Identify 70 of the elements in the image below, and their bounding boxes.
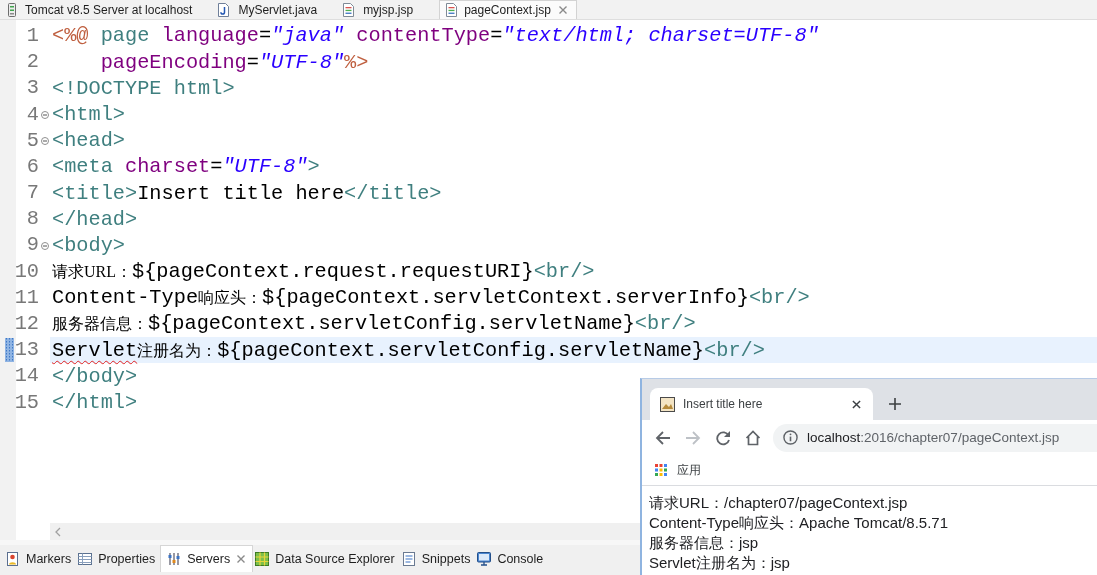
grid-icon — [255, 551, 270, 566]
code-line: Servlet注册名为：${pageContext.servletConfig.servletName}<br/> — [52, 338, 765, 362]
line-number: 15 — [14, 391, 39, 414]
code-line: <body> — [52, 233, 126, 258]
editor-tab[interactable]: myjsp.jsp — [337, 0, 434, 19]
page-text-line: Content-Type响应头：Apache Tomcat/8.5.71 — [649, 513, 950, 533]
code-line: </body> — [52, 364, 138, 389]
panel-tab[interactable]: Snippets — [399, 545, 476, 572]
page-text-line: 请求URL：/chapter07/pageContext.jsp — [649, 493, 909, 513]
sliders-icon — [167, 552, 182, 566]
panel-tab[interactable]: Properties — [76, 545, 161, 572]
bookmark-item[interactable]: 应用 — [655, 461, 701, 479]
collapse-icon[interactable] — [40, 110, 49, 119]
line-number: 14 — [14, 365, 39, 388]
new-tab-icon[interactable] — [889, 398, 901, 410]
line-number: 8 — [25, 208, 39, 231]
line-number: 7 — [25, 182, 39, 205]
line-number: 1 — [25, 24, 39, 48]
line-number: 5 — [25, 129, 39, 152]
line-number: 3 — [25, 77, 39, 100]
editor-tab[interactable]: MyServlet.java — [212, 0, 338, 19]
panel-tab[interactable]: Data Source Explorer — [253, 545, 400, 572]
reload-icon[interactable] — [715, 429, 731, 446]
code-line: 请求URL：${pageContext.request.requestURI}<br/> — [52, 260, 595, 284]
document-lines-icon — [401, 551, 416, 566]
code-line: <html> — [52, 103, 126, 127]
code-line: <title>Insert title here</title> — [52, 181, 442, 205]
apps-grid-icon — [655, 464, 667, 476]
code-line: <%@ page language="java" contentType="text/html; charset=UTF-8" — [52, 24, 819, 48]
image-icon — [660, 396, 675, 412]
back-arrow-icon[interactable] — [655, 429, 671, 446]
line-number: 2 — [25, 51, 39, 74]
panel-tab[interactable]: Markers — [4, 545, 77, 572]
collapse-icon[interactable] — [40, 241, 49, 250]
document-icon — [343, 2, 355, 17]
code-line: <head> — [52, 129, 126, 153]
line-number: 10 — [14, 260, 39, 283]
panel-tab[interactable]: Console — [475, 545, 549, 572]
line-marker-icon — [5, 338, 14, 363]
line-number: 6 — [25, 155, 39, 179]
line-number: 12 — [14, 313, 39, 336]
code-line: </head> — [52, 207, 138, 232]
code-line: <meta charset="UTF-8"> — [52, 155, 320, 179]
code-line: Content-Type响应头：${pageContext.servletContext.serverInfo}<br/> — [52, 286, 810, 310]
code-line: pageEncoding="UTF-8"%> — [99, 50, 369, 74]
document-icon — [218, 2, 230, 17]
browser-tab[interactable]: Insert title here — [650, 388, 873, 420]
address-bar[interactable]: localhost:2016/chapter07/pageContext.jsp — [773, 423, 1097, 452]
editor-tab[interactable]: pageContext.jsp — [439, 0, 577, 19]
scroll-left-icon[interactable] — [55, 526, 61, 537]
collapse-icon[interactable] — [40, 136, 49, 145]
document-marker-icon — [6, 551, 20, 566]
close-icon[interactable] — [852, 399, 861, 409]
code-line: <!DOCTYPE html> — [52, 76, 235, 101]
editor-tab[interactable]: Tomcat v8.5 Server at localhost — [2, 0, 213, 19]
code-line: 服务器信息：${pageContext.servletConfig.servletName}<br/> — [52, 312, 696, 336]
line-number: 4 — [25, 103, 39, 126]
line-number: 13 — [14, 339, 39, 362]
line-number: 9 — [25, 234, 39, 257]
info-icon[interactable] — [783, 430, 798, 445]
home-icon[interactable] — [745, 429, 761, 446]
table-icon — [78, 551, 93, 566]
code-line: </html> — [52, 391, 138, 415]
document-icon — [446, 3, 458, 17]
horizontal-scrollbar[interactable] — [50, 523, 640, 540]
page-text-line: Servlet注册名为：jsp — [649, 553, 791, 573]
line-number: 11 — [14, 286, 39, 310]
page-text-line: 服务器信息：jsp — [649, 533, 760, 553]
monitor-icon — [477, 551, 492, 566]
panel-tab[interactable]: Servers — [160, 545, 254, 572]
